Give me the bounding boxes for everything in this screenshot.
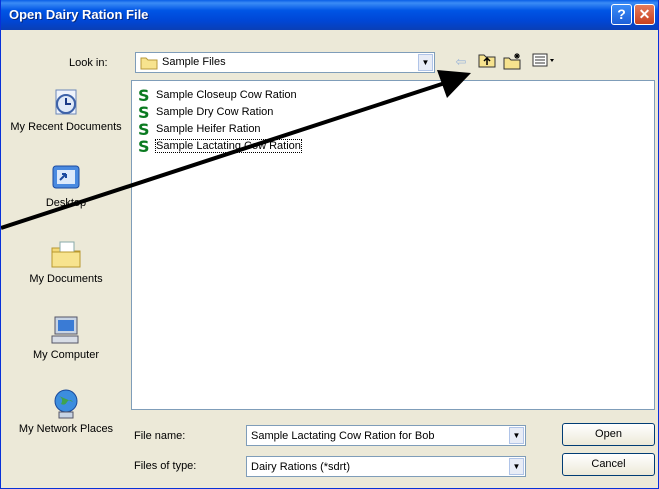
close-button[interactable]: ✕	[634, 4, 655, 25]
list-item[interactable]: S Sample Closeup Cow Ration	[136, 87, 297, 104]
list-item[interactable]: S Sample Lactating Cow Ration	[136, 137, 302, 156]
back-arrow-icon[interactable]: ⇦	[451, 52, 471, 72]
recent-documents-icon	[55, 89, 77, 115]
list-item[interactable]: S Sample Heifer Ration	[136, 121, 261, 138]
file-type-dropdown[interactable]: Dairy Rations (*sdrt) ▼	[246, 456, 526, 477]
open-file-dialog: Open Dairy Ration File ? ✕ Look in: Samp…	[0, 0, 659, 489]
place-desktop[interactable]: Desktop	[7, 162, 125, 209]
title-bar[interactable]: Open Dairy Ration File ? ✕	[1, 0, 658, 30]
sdrt-file-icon: S	[138, 120, 150, 139]
file-name: Sample Lactating Cow Ration	[155, 139, 302, 153]
place-my-network-places[interactable]: My Network Places	[7, 388, 125, 435]
window-title: Open Dairy Ration File	[9, 7, 149, 22]
look-in-value: Sample Files	[162, 56, 226, 68]
my-computer-icon	[51, 316, 79, 344]
place-my-recent-documents[interactable]: My Recent Documents	[7, 86, 125, 133]
chevron-down-icon[interactable]: ▼	[509, 427, 524, 444]
file-name-value: Sample Lactating Cow Ration for Bob	[251, 430, 435, 442]
file-name-label: File name:	[134, 430, 186, 442]
file-type-value: Dairy Rations (*sdrt)	[251, 461, 351, 473]
place-label: My Computer	[32, 349, 100, 361]
help-button[interactable]: ?	[611, 4, 632, 25]
chevron-down-icon[interactable]: ▼	[418, 54, 433, 71]
up-folder-icon[interactable]	[477, 52, 497, 72]
place-label: Desktop	[45, 197, 87, 209]
place-label: My Network Places	[18, 423, 114, 435]
views-menu-icon[interactable]	[531, 52, 557, 72]
sdrt-file-icon: S	[138, 137, 150, 156]
desktop-icon	[52, 165, 80, 189]
open-button[interactable]: Open	[562, 423, 655, 446]
place-my-documents[interactable]: My Documents	[7, 238, 125, 285]
look-in-dropdown[interactable]: Sample Files ▼	[135, 52, 435, 73]
cancel-button[interactable]: Cancel	[562, 453, 655, 476]
file-name: Sample Heifer Ration	[156, 123, 261, 135]
place-my-computer[interactable]: My Computer	[7, 314, 125, 361]
place-label: My Recent Documents	[10, 121, 122, 133]
look-in-label: Look in:	[69, 57, 108, 69]
folder-icon	[140, 57, 158, 70]
network-places-icon	[54, 389, 78, 419]
list-item[interactable]: S Sample Dry Cow Ration	[136, 104, 273, 121]
sdrt-file-icon: S	[138, 103, 150, 122]
file-name: Sample Closeup Cow Ration	[156, 89, 297, 101]
new-folder-icon[interactable]	[503, 52, 523, 72]
sdrt-file-icon: S	[138, 86, 150, 105]
chevron-down-icon[interactable]: ▼	[509, 458, 524, 475]
file-list[interactable]: S Sample Closeup Cow Ration S Sample Dry…	[131, 80, 655, 410]
file-name: Sample Dry Cow Ration	[156, 106, 274, 118]
place-label: My Documents	[29, 273, 103, 285]
file-type-label: Files of type:	[134, 460, 197, 472]
my-documents-icon	[51, 241, 81, 268]
file-name-field[interactable]: Sample Lactating Cow Ration for Bob ▼	[246, 425, 526, 446]
places-bar: My Recent Documents Desktop My Documents…	[7, 78, 125, 464]
